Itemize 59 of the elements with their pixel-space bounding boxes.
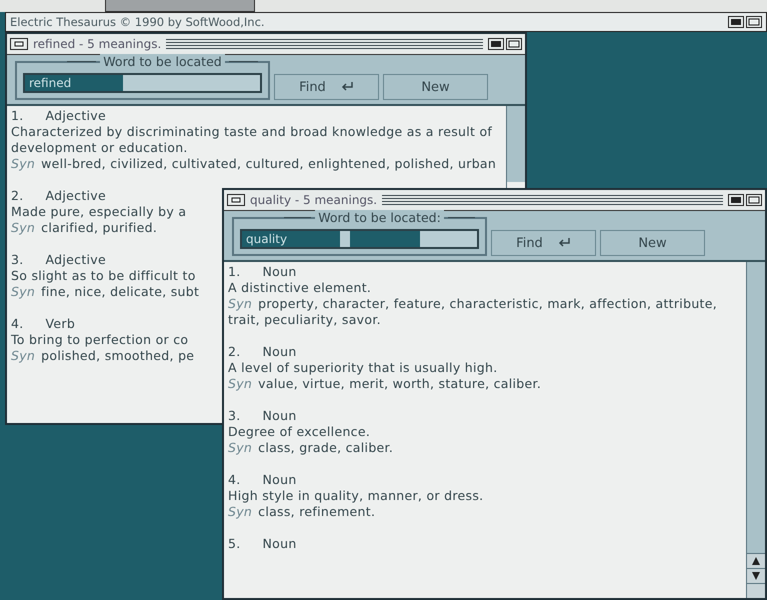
new-button[interactable]: New xyxy=(600,230,705,256)
scrollbar[interactable] xyxy=(507,106,525,182)
meaning-number: 1. xyxy=(11,108,24,124)
meaning-number: 5. xyxy=(228,536,241,552)
part-of-speech: Noun xyxy=(262,536,297,552)
definition: A distinctive element. xyxy=(228,280,372,296)
meaning-number: 4. xyxy=(228,472,241,488)
scroll-up-icon[interactable] xyxy=(752,557,760,565)
window-menu-icon[interactable] xyxy=(227,194,245,206)
meaning-number: 3. xyxy=(11,252,24,268)
meaning-number: 1. xyxy=(228,264,241,280)
synonyms: Syn polished, smoothed, pe xyxy=(11,348,194,364)
meaning-number: 2. xyxy=(11,188,24,204)
meaning-number: 4. xyxy=(11,316,24,332)
synonyms: Syn class, refinement. xyxy=(228,504,376,520)
synonyms: Syn well-bred, civilized, cultivated, cultured, enlightened, polished, urban xyxy=(11,156,496,172)
meaning-number: 3. xyxy=(228,408,241,424)
group-label: Word to be located: xyxy=(315,210,444,225)
definition: Characterized by discriminating taste and broad knowledge as a result of development or education. xyxy=(11,124,494,156)
minimize-icon[interactable] xyxy=(488,38,504,50)
word-field[interactable]: quality xyxy=(240,229,479,249)
return-icon xyxy=(556,237,571,249)
scrollbar[interactable] xyxy=(746,262,765,598)
definition: Degree of excellence. xyxy=(228,424,370,440)
part-of-speech: Noun xyxy=(262,408,297,424)
find-button[interactable]: Find xyxy=(274,74,379,100)
return-icon xyxy=(340,81,354,93)
window-menu-icon[interactable] xyxy=(10,38,28,50)
part-of-speech: Adjective xyxy=(46,108,106,124)
maximize-icon[interactable] xyxy=(746,16,762,28)
synonyms: Syn clarified, purified. xyxy=(11,220,158,236)
definition: High style in quality, manner, or dress. xyxy=(228,488,484,504)
part-of-speech: Adjective xyxy=(46,252,106,268)
part-of-speech: Adjective xyxy=(46,188,106,204)
maximize-icon[interactable] xyxy=(506,38,522,50)
minimize-icon[interactable] xyxy=(728,16,744,28)
meaning-number: 2. xyxy=(228,344,241,360)
synonyms: Syn class, grade, caliber. xyxy=(228,440,394,456)
scroll-down-icon[interactable] xyxy=(752,572,760,580)
minimize-icon[interactable] xyxy=(728,194,744,206)
group-label: Word to be located xyxy=(100,54,225,69)
part-of-speech: Noun xyxy=(262,344,297,360)
part-of-speech: Noun xyxy=(262,472,297,488)
window-title: refined - 5 meanings. xyxy=(33,37,162,51)
word-field[interactable]: refined xyxy=(23,73,262,93)
definition: So slight as to be difficult to xyxy=(11,268,196,284)
synonyms: Syn value, virtue, merit, worth, stature, caliber. xyxy=(228,376,542,392)
definition: To bring to perfection or co xyxy=(11,332,188,348)
definition: A level of superiority that is usually high. xyxy=(228,360,498,376)
app-title: Electric Thesaurus © 1990 by SoftWood,Inc. xyxy=(10,15,266,29)
find-button[interactable]: Find xyxy=(491,230,596,256)
maximize-icon[interactable] xyxy=(746,194,762,206)
window-title: quality - 5 meanings. xyxy=(250,193,378,207)
synonyms: Syn property, character, feature, characteristic, mark, affection, attribute, trait, peculiarity, savor. xyxy=(228,296,718,328)
part-of-speech: Noun xyxy=(262,264,297,280)
synonyms: Syn fine, nice, delicate, subt xyxy=(11,284,200,300)
definition: Made pure, especially by a xyxy=(11,204,186,220)
part-of-speech: Verb xyxy=(46,316,76,332)
new-button[interactable]: New xyxy=(383,74,488,100)
